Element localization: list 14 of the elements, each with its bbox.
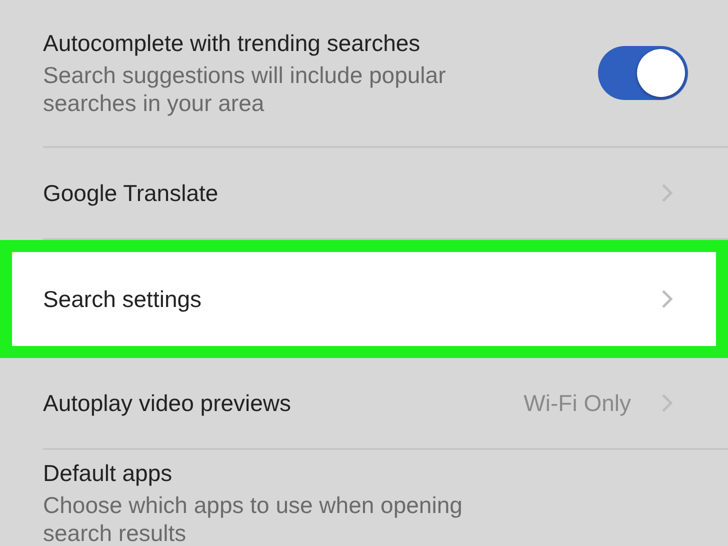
- setting-title: Default apps: [43, 460, 174, 487]
- setting-description: Choose which apps to use when opening search results: [43, 491, 464, 546]
- toggle-switch[interactable]: [598, 46, 688, 100]
- highlighted-settings-row[interactable]: Search settings: [0, 240, 728, 358]
- setting-value: Wi-Fi Only: [524, 390, 631, 416]
- chevron-icon: [661, 393, 673, 413]
- setting-title: Autoplay video previews: [43, 390, 292, 416]
- setting-title: Search settings: [43, 286, 203, 312]
- chevron-icon: [661, 183, 673, 203]
- settings-row[interactable]: Autoplay video previews Wi-Fi Only: [43, 358, 728, 450]
- setting-title: Autocomplete with trending searches: [43, 30, 422, 56]
- chevron-icon: [661, 289, 673, 309]
- setting-description: Search suggestions will include popular searches in your area: [43, 60, 447, 116]
- setting-title: Google Translate: [43, 180, 220, 206]
